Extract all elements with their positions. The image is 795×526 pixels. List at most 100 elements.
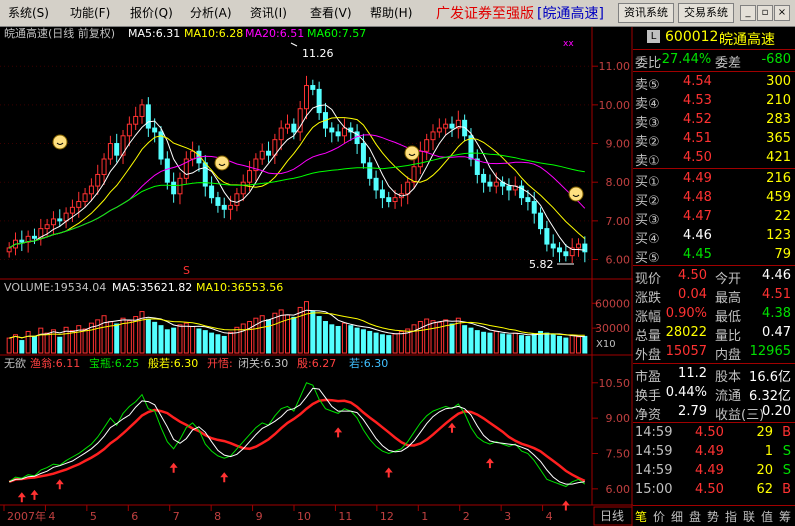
candle-body — [57, 218, 63, 222]
x-tick-label: 4 — [546, 510, 553, 523]
x-tick-label: 10 — [297, 510, 311, 523]
tick-time: 14:59 — [635, 425, 673, 440]
volume-bar — [525, 335, 531, 354]
tick-price: 4.49 — [695, 463, 724, 478]
tick-time: 14:59 — [635, 444, 673, 459]
fundamental-label: 流通 — [715, 389, 742, 404]
volume-bar — [145, 318, 151, 354]
candle-body — [563, 251, 569, 257]
candle-body — [259, 150, 265, 160]
stat-value: 0.47 — [762, 325, 791, 340]
panel-tab[interactable]: 盘 — [689, 508, 701, 525]
sell-level-price: 4.52 — [683, 112, 712, 127]
x-tick-label: 8 — [214, 510, 221, 523]
ma20-label: MA20:6.51 — [245, 27, 304, 40]
tick-side: B — [782, 482, 791, 497]
candle-body — [139, 104, 145, 117]
smiley-icon — [52, 134, 68, 150]
buy-level-volume: 123 — [766, 228, 791, 243]
fundamental-label: 收益(三) — [715, 408, 765, 423]
sell-level-row[interactable]: 卖① 4.50 421 — [633, 149, 795, 169]
fundamental-value: 0.20 — [762, 404, 791, 419]
volume-bar — [379, 334, 385, 354]
ma10-label: MA10:6.28 — [184, 27, 243, 40]
volume-bar — [481, 331, 487, 354]
sell-level-row[interactable]: 卖② 4.51 365 — [633, 130, 795, 150]
minimize-icon[interactable]: _ — [740, 5, 756, 21]
panel-tab[interactable]: 值 — [761, 508, 773, 525]
tick-row[interactable]: 14:59 4.49 20 S — [633, 462, 795, 481]
restore-icon[interactable]: ▫ — [757, 5, 773, 21]
volume-bar — [519, 335, 525, 354]
tick-row[interactable]: 15:00 4.50 62 B — [633, 481, 795, 500]
sell-level-label: 卖③ — [635, 116, 660, 131]
fundamental-row[interactable]: 市盈 11.2 股本 16.6亿 — [633, 365, 795, 385]
tick-row[interactable]: 14:59 4.49 1 S — [633, 443, 795, 462]
fundamental-row[interactable]: 换手 0.44% 流通 6.32亿 — [633, 384, 795, 404]
panel-tab[interactable]: 笔 — [635, 508, 647, 525]
volume-bar — [512, 332, 518, 354]
buy-level-label: 买④ — [635, 232, 660, 247]
candle-body — [234, 193, 240, 206]
panel-tab[interactable]: 细 — [671, 508, 683, 525]
x-tick-label: 3 — [504, 510, 511, 523]
volume-bar — [164, 329, 170, 354]
menu-function[interactable]: 功能(F) — [70, 4, 110, 21]
panel-tab[interactable]: 筹 — [779, 508, 791, 525]
candle-body — [335, 131, 341, 137]
quote-stat-row[interactable]: 现价 4.50 今开 4.46 — [633, 267, 795, 287]
candle-body — [367, 162, 373, 179]
candle-body — [506, 185, 512, 191]
quote-stat-row[interactable]: 涨跌 0.04 最高 4.51 — [633, 286, 795, 306]
fundamental-row[interactable]: 净资 2.79 收益(三) 0.20 — [633, 403, 795, 423]
volume-bar — [202, 330, 208, 354]
volume-bar — [171, 327, 177, 354]
buy-level-row[interactable]: 买④ 4.46 123 — [633, 227, 795, 247]
stat-label: 外盘 — [635, 348, 662, 363]
buy-level-row[interactable]: 买① 4.49 216 — [633, 170, 795, 190]
candle-body — [373, 177, 379, 191]
price-tick-label: 11.00 — [599, 60, 631, 73]
candle-body — [82, 193, 88, 203]
info-system-button[interactable]: 资讯系统 — [618, 3, 674, 23]
menu-info[interactable]: 资讯(I) — [250, 4, 287, 21]
volume-bar — [31, 335, 37, 354]
candle-body — [101, 158, 107, 175]
webi-value: -27.44% — [657, 52, 712, 67]
panel-tab[interactable]: 势 — [707, 508, 719, 525]
panel-tab[interactable]: 联 — [743, 508, 755, 525]
quote-stat-row[interactable]: 总量 28022 量比 0.47 — [633, 324, 795, 344]
volume-bar — [44, 332, 50, 354]
volume-bar — [424, 318, 430, 354]
volume-bar — [335, 325, 341, 354]
price-tick-label: 9.00 — [606, 138, 631, 151]
volume-bar — [82, 328, 88, 354]
buy-level-row[interactable]: 买⑤ 4.45 79 — [633, 246, 795, 266]
candle-body — [69, 206, 75, 214]
quote-stat-row[interactable]: 外盘 15057 内盘 12965 — [633, 343, 795, 363]
close-icon[interactable]: × — [774, 5, 790, 21]
menu-view[interactable]: 查看(V) — [310, 4, 352, 21]
trade-system-button[interactable]: 交易系统 — [678, 3, 734, 23]
quote-stat-row[interactable]: 涨幅 0.90% 最低 4.38 — [633, 305, 795, 325]
candle-body — [341, 127, 347, 137]
sell-level-row[interactable]: 卖④ 4.53 210 — [633, 92, 795, 112]
volume-bar — [297, 306, 303, 354]
sell-level-row[interactable]: 卖③ 4.52 283 — [633, 111, 795, 131]
sell-level-row[interactable]: 卖⑤ 4.54 300 — [633, 73, 795, 93]
buy-level-row[interactable]: 买② 4.48 459 — [633, 189, 795, 209]
menu-help[interactable]: 帮助(H) — [370, 4, 412, 21]
volume-bar — [25, 330, 31, 354]
candle-body — [303, 85, 309, 110]
chart-area[interactable]: 11.00 10.00 9.00 8.00 7.00 6.00 60000 30000 10… — [0, 27, 633, 526]
menu-system[interactable]: 系统(S) — [8, 4, 49, 21]
volume-bar — [322, 321, 328, 354]
menu-analysis[interactable]: 分析(A) — [190, 4, 232, 21]
candle-body — [63, 212, 69, 222]
panel-tab[interactable]: 价 — [653, 508, 665, 525]
tick-row[interactable]: 14:59 4.50 29 B — [633, 424, 795, 443]
buy-level-row[interactable]: 买③ 4.47 22 — [633, 208, 795, 228]
menu-quote[interactable]: 报价(Q) — [130, 4, 173, 21]
panel-tab[interactable]: 指 — [725, 508, 737, 525]
candle-body — [209, 185, 215, 199]
